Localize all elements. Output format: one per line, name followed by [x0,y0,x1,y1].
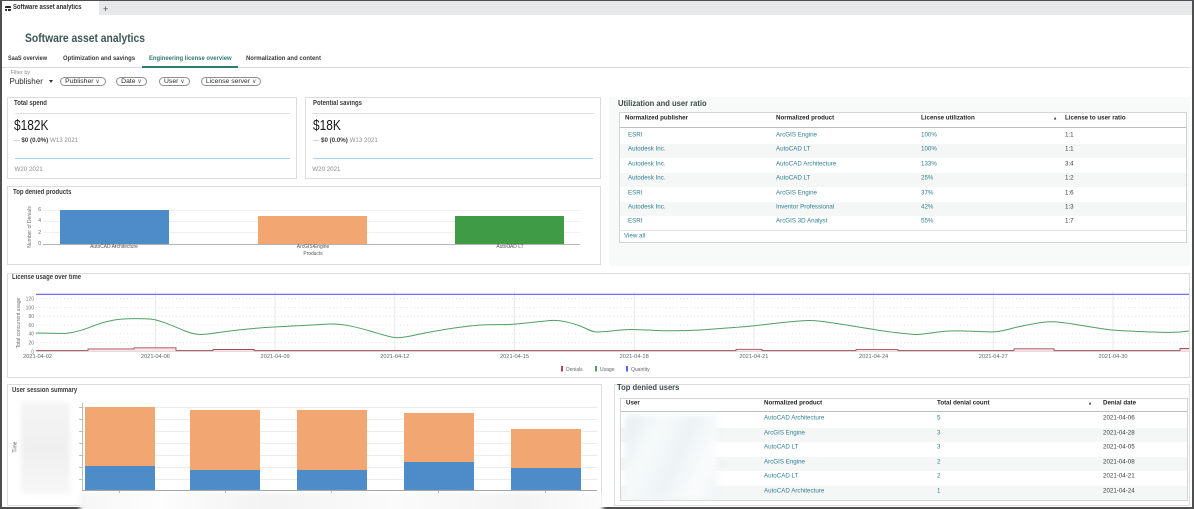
svg-text:2021-04-27: 2021-04-27 [979,354,1008,360]
svg-text:2021-04-09: 2021-04-09 [261,354,290,360]
svg-text:2021-04-21: 2021-04-21 [739,354,768,360]
svg-text:2021-04-12: 2021-04-12 [380,354,409,360]
svg-text:2021-04-06: 2021-04-06 [141,354,170,360]
svg-text:40: 40 [28,332,34,338]
svg-text:60: 60 [28,323,34,329]
svg-text:2021-04-30: 2021-04-30 [1098,354,1127,360]
svg-text:Usage: Usage [600,367,615,373]
svg-text:2021-04-15: 2021-04-15 [500,354,529,360]
svg-text:2021-04-18: 2021-04-18 [620,354,649,360]
svg-text:80: 80 [28,314,34,320]
svg-text:Quantity: Quantity [631,367,650,373]
svg-text:Denials: Denials [566,367,583,373]
svg-text:2021-04-02: 2021-04-02 [23,354,52,360]
svg-text:2021-04-24: 2021-04-24 [859,354,888,360]
svg-text:100: 100 [26,305,35,311]
svg-text:20: 20 [28,341,34,347]
svg-text:120: 120 [26,297,35,303]
